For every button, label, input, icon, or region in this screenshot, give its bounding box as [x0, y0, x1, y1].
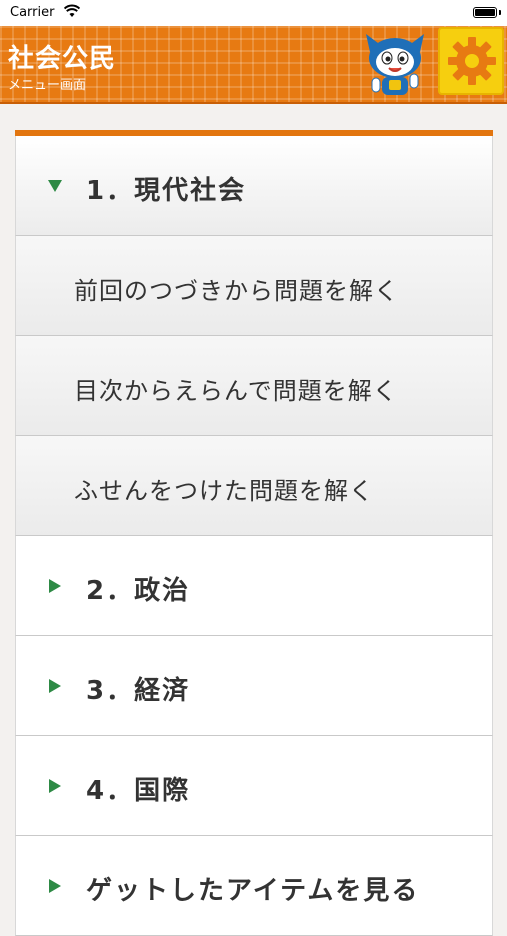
section-label: ゲットしたアイテムを見る [86, 876, 420, 906]
section-row-international[interactable]: 4．国際 [15, 736, 493, 836]
gear-icon [448, 37, 496, 85]
triangle-right-icon [49, 879, 61, 893]
section-label: 2．政治 [86, 576, 191, 606]
section-row-politics[interactable]: 2．政治 [15, 536, 493, 636]
battery-icon [473, 7, 497, 18]
menu-list: 1．現代社会 前回のつづきから問題を解く 目次からえらんで問題を解く ふせんをつ… [15, 130, 493, 936]
sub-item-label: 前回のつづきから問題を解く [74, 277, 399, 305]
triangle-right-icon [49, 679, 61, 693]
section-label: 4．国際 [86, 776, 191, 806]
section-label: 3．経済 [86, 676, 191, 706]
screen-subtitle: メニュー画面 [8, 78, 87, 93]
triangle-down-icon [48, 180, 62, 192]
app-title: 社会公民 [8, 44, 117, 74]
section-row-items[interactable]: ゲットしたアイテムを見る [15, 836, 493, 936]
triangle-right-icon [49, 579, 61, 593]
carrier-label: Carrier [10, 5, 55, 20]
sub-item-label: 目次からえらんで問題を解く [74, 377, 398, 405]
status-bar: Carrier [0, 0, 507, 26]
mascot-character [366, 34, 424, 95]
battery-tip [499, 10, 501, 15]
section-label: 1．現代社会 [86, 176, 247, 206]
sub-item-bookmarked[interactable]: ふせんをつけた問題を解く [15, 436, 493, 536]
sub-item-table-of-contents[interactable]: 目次からえらんで問題を解く [15, 336, 493, 436]
settings-button[interactable] [438, 27, 504, 95]
app-header: 社会公民 メニュー画面 [0, 26, 507, 104]
section-row-economy[interactable]: 3．経済 [15, 636, 493, 736]
sub-item-continue[interactable]: 前回のつづきから問題を解く [15, 236, 493, 336]
triangle-right-icon [49, 779, 61, 793]
sub-item-label: ふせんをつけた問題を解く [74, 477, 374, 505]
wifi-icon [64, 4, 80, 17]
section-row-modern-society[interactable]: 1．現代社会 [15, 136, 493, 236]
